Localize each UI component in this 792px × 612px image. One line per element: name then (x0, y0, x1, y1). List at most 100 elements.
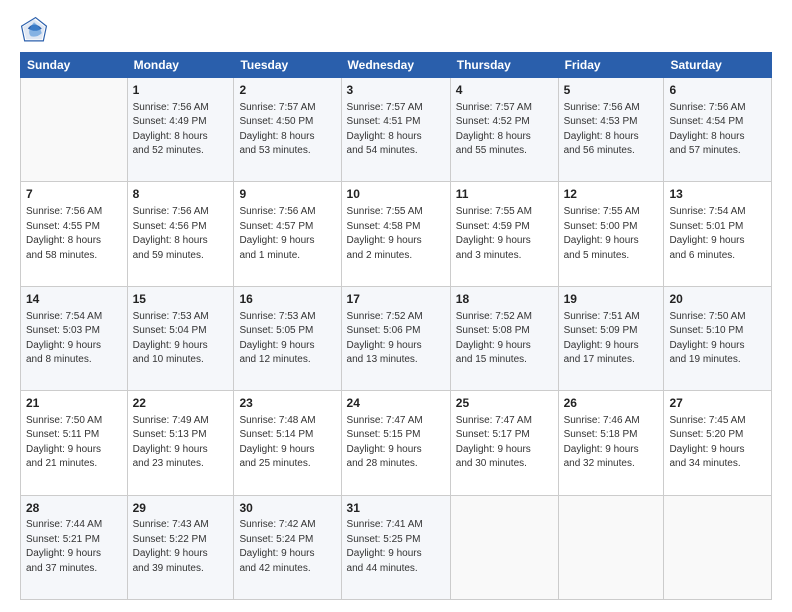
day-detail: Sunrise: 7:50 AM Sunset: 5:10 PM Dayligh… (669, 310, 766, 368)
day-cell: 1 Sunrise: 7:56 AM Sunset: 4:49 PM Daylig… (127, 78, 234, 182)
day-detail: Sunrise: 7:48 AM Sunset: 5:14 PM Dayligh… (239, 414, 335, 472)
day-detail: Sunrise: 7:50 AM Sunset: 5:11 PM Dayligh… (26, 414, 122, 472)
page: Sunday Monday Tuesday Wednesday Thursday… (0, 0, 792, 612)
day-number: 13 (669, 186, 766, 203)
day-cell: 8 Sunrise: 7:56 AM Sunset: 4:56 PM Daylig… (127, 182, 234, 286)
header-wednesday: Wednesday (341, 53, 450, 78)
day-detail: Sunrise: 7:56 AM Sunset: 4:49 PM Dayligh… (133, 101, 229, 159)
day-cell: 16 Sunrise: 7:53 AM Sunset: 5:05 PM Dayli… (234, 286, 341, 390)
day-cell: 22 Sunrise: 7:49 AM Sunset: 5:13 PM Dayli… (127, 391, 234, 495)
day-cell: 21 Sunrise: 7:50 AM Sunset: 5:11 PM Dayli… (21, 391, 128, 495)
day-detail: Sunrise: 7:55 AM Sunset: 4:58 PM Dayligh… (347, 205, 445, 263)
day-cell (21, 78, 128, 182)
day-cell: 15 Sunrise: 7:53 AM Sunset: 5:04 PM Dayli… (127, 286, 234, 390)
day-cell: 26Sunrise: 7:46 AM Sunset: 5:18 PM Dayli… (558, 391, 664, 495)
day-detail: Sunrise: 7:56 AM Sunset: 4:57 PM Dayligh… (239, 205, 335, 263)
day-cell: 19 Sunrise: 7:51 AM Sunset: 5:09 PM Dayli… (558, 286, 664, 390)
day-detail: Sunrise: 7:53 AM Sunset: 5:05 PM Dayligh… (239, 310, 335, 368)
day-detail: Sunrise: 7:57 AM Sunset: 4:51 PM Dayligh… (347, 101, 445, 159)
day-number: 24 (347, 395, 445, 412)
day-cell: 27Sunrise: 7:45 AM Sunset: 5:20 PM Dayli… (664, 391, 772, 495)
day-cell: 23 Sunrise: 7:48 AM Sunset: 5:14 PM Dayli… (234, 391, 341, 495)
header-thursday: Thursday (450, 53, 558, 78)
header-tuesday: Tuesday (234, 53, 341, 78)
day-number: 6 (669, 82, 766, 99)
day-detail: Sunrise: 7:51 AM Sunset: 5:09 PM Dayligh… (564, 310, 659, 368)
day-detail: Sunrise: 7:43 AM Sunset: 5:22 PM Dayligh… (133, 518, 229, 576)
day-cell: 20Sunrise: 7:50 AM Sunset: 5:10 PM Dayli… (664, 286, 772, 390)
day-number: 7 (26, 186, 122, 203)
day-detail: Sunrise: 7:56 AM Sunset: 4:55 PM Dayligh… (26, 205, 122, 263)
day-cell (450, 495, 558, 599)
header-saturday: Saturday (664, 53, 772, 78)
day-detail: Sunrise: 7:54 AM Sunset: 5:03 PM Dayligh… (26, 310, 122, 368)
day-detail: Sunrise: 7:55 AM Sunset: 5:00 PM Dayligh… (564, 205, 659, 263)
day-detail: Sunrise: 7:44 AM Sunset: 5:21 PM Dayligh… (26, 518, 122, 576)
day-number: 21 (26, 395, 122, 412)
day-cell: 24 Sunrise: 7:47 AM Sunset: 5:15 PM Dayli… (341, 391, 450, 495)
day-number: 19 (564, 291, 659, 308)
day-detail: Sunrise: 7:47 AM Sunset: 5:15 PM Dayligh… (347, 414, 445, 472)
day-cell (558, 495, 664, 599)
day-cell: 5 Sunrise: 7:56 AM Sunset: 4:53 PM Daylig… (558, 78, 664, 182)
day-cell: 14 Sunrise: 7:54 AM Sunset: 5:03 PM Dayli… (21, 286, 128, 390)
day-detail: Sunrise: 7:45 AM Sunset: 5:20 PM Dayligh… (669, 414, 766, 472)
day-detail: Sunrise: 7:47 AM Sunset: 5:17 PM Dayligh… (456, 414, 553, 472)
day-cell: 12 Sunrise: 7:55 AM Sunset: 5:00 PM Dayli… (558, 182, 664, 286)
day-number: 3 (347, 82, 445, 99)
day-detail: Sunrise: 7:56 AM Sunset: 4:53 PM Dayligh… (564, 101, 659, 159)
day-number: 25 (456, 395, 553, 412)
day-number: 22 (133, 395, 229, 412)
day-number: 15 (133, 291, 229, 308)
day-number: 30 (239, 500, 335, 517)
week-row-2: 14 Sunrise: 7:54 AM Sunset: 5:03 PM Dayli… (21, 286, 772, 390)
day-cell: 29Sunrise: 7:43 AM Sunset: 5:22 PM Dayli… (127, 495, 234, 599)
day-detail: Sunrise: 7:56 AM Sunset: 4:56 PM Dayligh… (133, 205, 229, 263)
week-row-3: 21 Sunrise: 7:50 AM Sunset: 5:11 PM Dayli… (21, 391, 772, 495)
day-cell: 7 Sunrise: 7:56 AM Sunset: 4:55 PM Daylig… (21, 182, 128, 286)
day-number: 12 (564, 186, 659, 203)
logo-icon (20, 16, 48, 44)
day-number: 23 (239, 395, 335, 412)
day-cell: 4 Sunrise: 7:57 AM Sunset: 4:52 PM Daylig… (450, 78, 558, 182)
day-number: 26 (564, 395, 659, 412)
day-number: 31 (347, 500, 445, 517)
header-monday: Monday (127, 53, 234, 78)
day-cell: 2Sunrise: 7:57 AM Sunset: 4:50 PM Daylig… (234, 78, 341, 182)
day-cell: 28Sunrise: 7:44 AM Sunset: 5:21 PM Dayli… (21, 495, 128, 599)
day-number: 4 (456, 82, 553, 99)
day-number: 9 (239, 186, 335, 203)
day-cell: 3 Sunrise: 7:57 AM Sunset: 4:51 PM Daylig… (341, 78, 450, 182)
day-detail: Sunrise: 7:56 AM Sunset: 4:54 PM Dayligh… (669, 101, 766, 159)
day-number: 29 (133, 500, 229, 517)
day-detail: Sunrise: 7:42 AM Sunset: 5:24 PM Dayligh… (239, 518, 335, 576)
day-number: 14 (26, 291, 122, 308)
calendar-header-row: Sunday Monday Tuesday Wednesday Thursday… (21, 53, 772, 78)
day-detail: Sunrise: 7:57 AM Sunset: 4:52 PM Dayligh… (456, 101, 553, 159)
day-cell: 6 Sunrise: 7:56 AM Sunset: 4:54 PM Daylig… (664, 78, 772, 182)
day-number: 10 (347, 186, 445, 203)
day-number: 18 (456, 291, 553, 308)
day-cell: 18Sunrise: 7:52 AM Sunset: 5:08 PM Dayli… (450, 286, 558, 390)
week-row-0: 1 Sunrise: 7:56 AM Sunset: 4:49 PM Daylig… (21, 78, 772, 182)
day-cell: 30Sunrise: 7:42 AM Sunset: 5:24 PM Dayli… (234, 495, 341, 599)
day-number: 2 (239, 82, 335, 99)
day-detail: Sunrise: 7:49 AM Sunset: 5:13 PM Dayligh… (133, 414, 229, 472)
day-detail: Sunrise: 7:52 AM Sunset: 5:06 PM Dayligh… (347, 310, 445, 368)
calendar-table: Sunday Monday Tuesday Wednesday Thursday… (20, 52, 772, 600)
day-cell: 25 Sunrise: 7:47 AM Sunset: 5:17 PM Dayli… (450, 391, 558, 495)
day-cell: 13Sunrise: 7:54 AM Sunset: 5:01 PM Dayli… (664, 182, 772, 286)
day-cell: 31Sunrise: 7:41 AM Sunset: 5:25 PM Dayli… (341, 495, 450, 599)
day-detail: Sunrise: 7:53 AM Sunset: 5:04 PM Dayligh… (133, 310, 229, 368)
day-number: 5 (564, 82, 659, 99)
day-cell: 10 Sunrise: 7:55 AM Sunset: 4:58 PM Dayli… (341, 182, 450, 286)
day-number: 17 (347, 291, 445, 308)
day-number: 1 (133, 82, 229, 99)
day-cell: 11Sunrise: 7:55 AM Sunset: 4:59 PM Dayli… (450, 182, 558, 286)
header-friday: Friday (558, 53, 664, 78)
day-number: 8 (133, 186, 229, 203)
week-row-1: 7 Sunrise: 7:56 AM Sunset: 4:55 PM Daylig… (21, 182, 772, 286)
logo (20, 16, 52, 44)
day-number: 16 (239, 291, 335, 308)
day-cell: 9 Sunrise: 7:56 AM Sunset: 4:57 PM Daylig… (234, 182, 341, 286)
